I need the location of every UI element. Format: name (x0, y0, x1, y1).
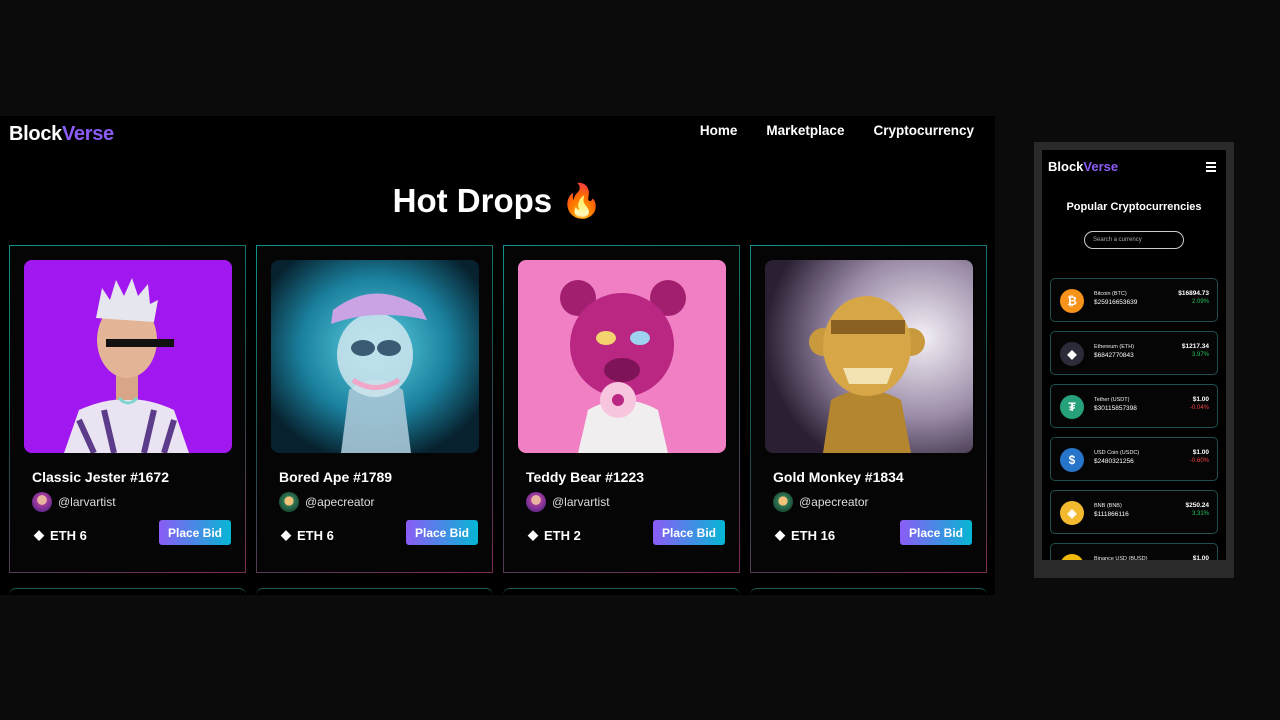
ethereum-icon: ◆ (528, 527, 538, 542)
coin-change: 3.31% (1191, 511, 1209, 517)
coin-change: -0.60% (1189, 458, 1209, 464)
coin-name: USD Coin (USDC) (1094, 450, 1140, 456)
ethereum-icon: ◆ (775, 527, 785, 542)
nft-name: Gold Monkey #1834 (773, 469, 904, 485)
nft-artwork (765, 260, 973, 453)
coin-icon: ◈ (1060, 501, 1084, 525)
nav-menu: Home Marketplace Cryptocurrency (700, 123, 974, 138)
coin-price: $16894.73 (1178, 290, 1209, 297)
page-title: Hot Drops 🔥 (392, 182, 603, 219)
coin-name: Bitcoin (BTC) (1094, 291, 1127, 297)
nft-card[interactable]: Bored Ape #1789 @apecreator ◆ ETH 6 Plac… (256, 245, 493, 573)
creator-handle: @apecreator (799, 495, 869, 509)
nft-price: ◆ ETH 6 (281, 527, 334, 543)
nft-price: ◆ ETH 16 (775, 527, 835, 543)
site-logo[interactable]: BlockVerse (9, 123, 114, 146)
nft-price: ◆ ETH 2 (528, 527, 581, 543)
nft-name: Bored Ape #1789 (279, 469, 393, 485)
coin-icon: ₿ (1060, 289, 1084, 313)
currency-search-input[interactable]: Search a currency (1084, 231, 1184, 249)
coin-market-cap: $111866116 (1094, 511, 1129, 518)
coin-name: Binance USD (BUSD) (1094, 556, 1148, 560)
coin-price: $1.00 (1192, 555, 1209, 560)
coin-change: 2.09% (1191, 299, 1209, 305)
creator-info[interactable]: @larvartist (32, 492, 116, 512)
creator-handle: @larvartist (58, 495, 116, 509)
coin-icon: ◆ (1060, 342, 1084, 366)
price-value: ETH 6 (297, 527, 334, 543)
hamburger-menu-icon[interactable] (1206, 162, 1216, 174)
coin-row[interactable]: ◈ BNB (BNB) $111866116 $250.24 3.31% (1050, 490, 1218, 534)
navbar: BlockVerse Home Marketplace Cryptocurren… (0, 116, 995, 156)
nav-home-link[interactable]: Home (700, 123, 738, 138)
nft-name: Classic Jester #1672 (32, 469, 169, 485)
coin-icon: ₮ (1060, 395, 1084, 419)
place-bid-button[interactable]: Place Bid (159, 520, 231, 545)
coin-row[interactable]: ₮ Tether (USDT) $30115857398 $1.00 -0.04% (1050, 384, 1218, 428)
coin-name: Ethereum (ETH) (1094, 344, 1135, 350)
nft-card[interactable]: Gold Monkey #1834 @apecreator ◆ ETH 16 P… (750, 245, 987, 573)
ethereum-icon: ◆ (281, 527, 291, 542)
coin-row[interactable]: ₿ Bitcoin (BTC) $25916653639 $16894.73 2.09% (1050, 278, 1218, 322)
coin-price: $1.00 (1192, 396, 1209, 403)
mobile-site-logo[interactable]: BlockVerse (1048, 159, 1118, 174)
coin-market-cap: $6842770843 (1094, 352, 1134, 359)
nft-price: ◆ ETH 6 (34, 527, 87, 543)
coin-name: BNB (BNB) (1094, 503, 1122, 509)
coin-price: $250.24 (1185, 502, 1210, 509)
creator-avatar (773, 492, 793, 512)
price-value: ETH 6 (50, 527, 87, 543)
nav-marketplace-link[interactable]: Marketplace (766, 123, 844, 138)
price-value: ETH 2 (544, 527, 581, 543)
ethereum-icon: ◆ (34, 527, 44, 542)
mobile-preview-frame: BlockVerse Popular Cryptocurrencies Sear… (1034, 142, 1234, 578)
coin-row[interactable]: $ USD Coin (USDC) $2480321256 $1.00 -0.60% (1050, 437, 1218, 481)
creator-handle: @apecreator (305, 495, 375, 509)
nft-card-next-row (503, 588, 740, 595)
coin-icon: $ (1060, 448, 1084, 472)
coin-market-cap: $2480321256 (1094, 458, 1134, 465)
creator-info[interactable]: @apecreator (773, 492, 869, 512)
creator-avatar (32, 492, 52, 512)
place-bid-button[interactable]: Place Bid (900, 520, 972, 545)
coin-price: $1.00 (1192, 449, 1209, 456)
coin-change: -0.04% (1189, 405, 1209, 411)
price-value: ETH 16 (791, 527, 836, 543)
coin-change: 3.97% (1191, 352, 1209, 358)
nft-card[interactable]: Teddy Bear #1223 @larvartist ◆ ETH 2 Pla… (503, 245, 740, 573)
nft-artwork (518, 260, 726, 453)
nft-artwork (271, 260, 479, 453)
creator-avatar (279, 492, 299, 512)
nav-cryptocurrency-link[interactable]: Cryptocurrency (873, 123, 974, 138)
place-bid-button[interactable]: Place Bid (406, 520, 478, 545)
nft-artwork (24, 260, 232, 453)
creator-handle: @larvartist (552, 495, 610, 509)
coin-price: $1217.34 (1181, 343, 1209, 350)
coin-market-cap: $25916653639 (1094, 299, 1138, 306)
nft-card-next-row (9, 588, 246, 595)
coin-name: Tether (USDT) (1094, 397, 1130, 403)
coin-icon: ◈ (1060, 554, 1084, 560)
creator-info[interactable]: @larvartist (526, 492, 610, 512)
nft-card-next-row (750, 588, 987, 595)
desktop-view: BlockVerse Home Marketplace Cryptocurren… (0, 116, 995, 595)
coin-row[interactable]: ◆ Ethereum (ETH) $6842770843 $1217.34 3.97% (1050, 331, 1218, 375)
place-bid-button[interactable]: Place Bid (653, 520, 725, 545)
nft-name: Teddy Bear #1223 (526, 469, 645, 485)
nft-card[interactable]: Classic Jester #1672 @larvartist ◆ ETH 6… (9, 245, 246, 573)
coin-market-cap: $30115857398 (1094, 405, 1137, 412)
creator-avatar (526, 492, 546, 512)
mobile-view: BlockVerse Popular Cryptocurrencies Sear… (1042, 150, 1226, 560)
creator-info[interactable]: @apecreator (279, 492, 375, 512)
nft-card-next-row (256, 588, 493, 595)
coin-row[interactable]: ◈ Binance USD (BUSD) $1.00 (1050, 543, 1218, 560)
mobile-section-title: Popular Cryptocurrencies (1066, 201, 1202, 213)
